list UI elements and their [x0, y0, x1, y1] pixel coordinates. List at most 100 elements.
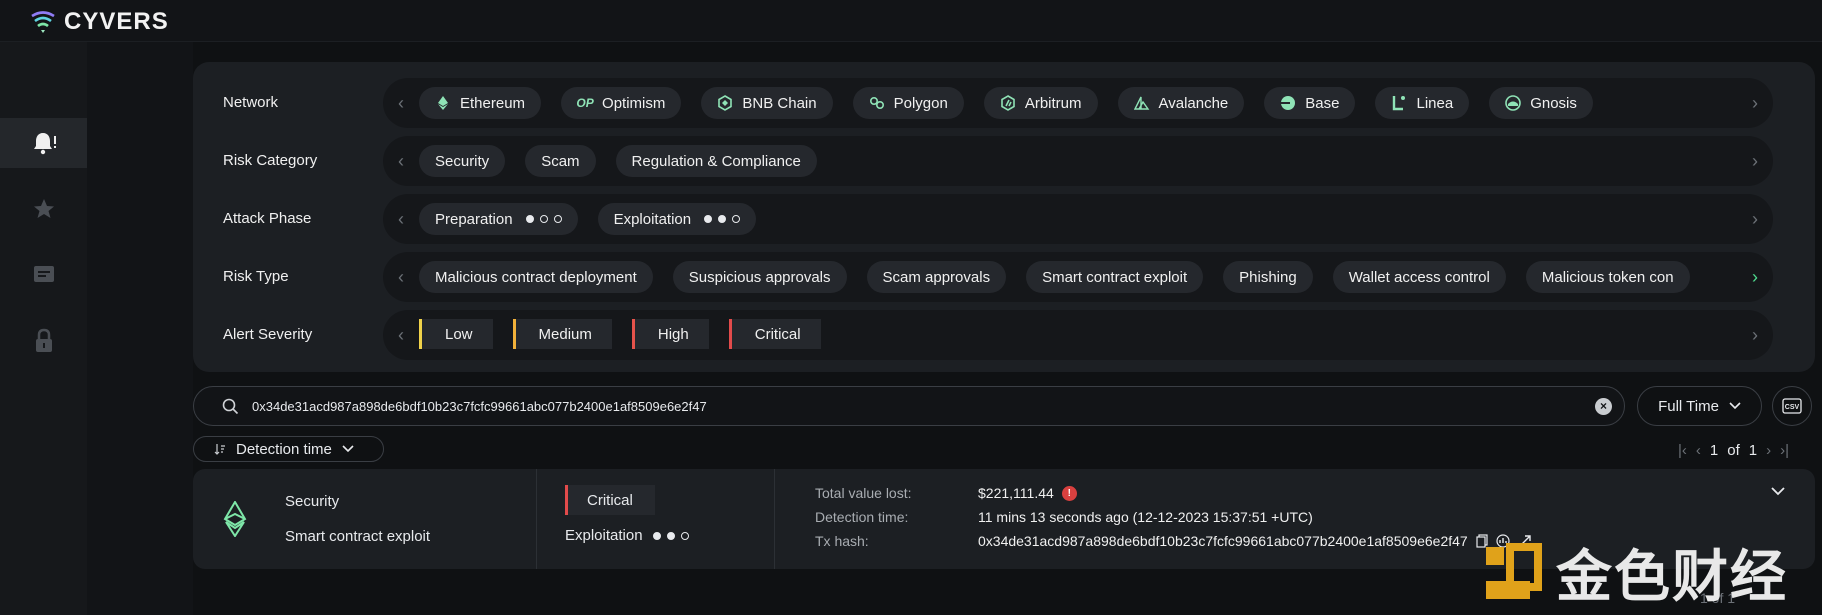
- chip-avalanche[interactable]: Avalanche: [1117, 87, 1245, 119]
- filter-row-attack-phase: Attack Phase 2 ‹ Preparation Exploitatio…: [193, 190, 1815, 248]
- chip-ethereum[interactable]: Ethereum: [419, 87, 542, 119]
- chip-arbitrum[interactable]: Arbitrum: [983, 87, 1098, 119]
- filter-label: Network: [223, 94, 279, 111]
- top-bar: CYVERS: [0, 0, 1822, 42]
- chip-base[interactable]: Base: [1264, 87, 1356, 119]
- alert-risk-type: Smart contract exploit: [285, 528, 431, 545]
- filter-label: Alert Severity: [223, 326, 313, 343]
- message-icon: [33, 266, 54, 282]
- prev-page-icon[interactable]: ‹: [1696, 442, 1701, 459]
- attack-phase: Exploitation: [565, 527, 689, 544]
- sidebar-item-favorites[interactable]: [0, 184, 87, 234]
- phase-level-indicator: [652, 531, 689, 540]
- last-page-icon[interactable]: ›|: [1780, 442, 1789, 459]
- filter-row-alert-severity: Alert Severity 4 ‹ Low Medium High Criti…: [193, 306, 1815, 364]
- chip-optimism[interactable]: OP Optimism: [561, 87, 682, 119]
- first-page-icon[interactable]: |‹: [1678, 442, 1687, 459]
- gnosis-icon: [1505, 95, 1521, 111]
- chip-smart-contract-exploit[interactable]: Smart contract exploit: [1026, 261, 1204, 293]
- tx-hash-label: Tx hash:: [815, 533, 869, 549]
- scroll-left-button[interactable]: ‹: [391, 194, 411, 244]
- watermark-text: 金色财经: [1556, 545, 1788, 610]
- chip-preparation[interactable]: Preparation: [419, 203, 578, 235]
- chip-security[interactable]: Security: [419, 145, 506, 177]
- sidebar-item-security[interactable]: [0, 316, 87, 366]
- ethereum-icon: [438, 96, 448, 110]
- sidebar: [0, 42, 87, 615]
- search-icon: [222, 398, 239, 415]
- sidebar-item-alerts[interactable]: [0, 118, 87, 168]
- watermark-logo-icon: [1486, 542, 1542, 599]
- chip-severity-low[interactable]: Low: [419, 319, 493, 349]
- optimism-icon: OP: [576, 96, 594, 110]
- cyvers-logo-icon: [31, 11, 55, 33]
- current-page: 1: [1709, 441, 1719, 459]
- chip-scam-approvals[interactable]: Scam approvals: [866, 261, 1007, 293]
- alert-badge-icon: !: [1061, 485, 1077, 501]
- chevron-down-icon[interactable]: [1771, 487, 1785, 496]
- scroll-right-button[interactable]: ›: [1745, 136, 1765, 186]
- tx-hash: 0x34de31acd987a898de6bdf10b23c7fcfc99661…: [978, 533, 1532, 549]
- total-pages: 1: [1748, 441, 1758, 459]
- phase-level-indicator: [525, 215, 562, 223]
- scroll-right-button[interactable]: ›: [1745, 310, 1765, 360]
- scroll-left-button[interactable]: ‹: [391, 136, 411, 186]
- search-input[interactable]: [252, 387, 1552, 425]
- value-lost-label: Total value lost:: [815, 485, 912, 501]
- chip-severity-high[interactable]: High: [631, 319, 709, 349]
- chip-bnb-chain[interactable]: BNB Chain: [701, 87, 833, 119]
- chip-malicious-token[interactable]: Malicious token con: [1525, 261, 1690, 293]
- app-logo[interactable]: CYVERS: [30, 8, 169, 36]
- content-gutter: [87, 42, 193, 615]
- scroll-right-button[interactable]: ›: [1745, 194, 1765, 244]
- scroll-left-button[interactable]: ‹: [391, 310, 411, 360]
- scroll-right-button[interactable]: ›: [1745, 78, 1765, 128]
- filter-label: Attack Phase: [223, 210, 312, 227]
- chip-scroller: ‹ Low Medium High Critical ›: [383, 310, 1773, 360]
- next-page-icon[interactable]: ›: [1766, 442, 1771, 459]
- arbitrum-icon: [1001, 95, 1015, 111]
- filter-panel: Network 9 ‹ Ethereum OP Optimism BNB Cha…: [193, 62, 1815, 372]
- chip-gnosis[interactable]: Gnosis: [1489, 87, 1593, 119]
- scroll-left-button[interactable]: ‹: [391, 78, 411, 128]
- chip-wallet-access-control[interactable]: Wallet access control: [1332, 261, 1506, 293]
- scroll-right-button[interactable]: ›: [1745, 252, 1765, 302]
- column-divider: [536, 469, 537, 569]
- linea-icon: [1393, 96, 1406, 111]
- filter-label: Risk Type: [223, 268, 289, 285]
- chip-scroller: ‹ Malicious contract deployment Suspicio…: [383, 252, 1773, 302]
- pagination: |‹ ‹ 1 of 1 › ›|: [1678, 440, 1789, 460]
- chip-scroller: ‹ Ethereum OP Optimism BNB Chain Polygon: [383, 78, 1773, 128]
- chip-severity-medium[interactable]: Medium: [512, 319, 612, 349]
- phase-level-indicator: [704, 215, 741, 223]
- chevron-down-icon: [342, 445, 354, 453]
- bnb-chain-icon: [718, 95, 733, 111]
- chip-scroller: ‹ Security Scam Regulation & Compliance …: [383, 136, 1773, 186]
- chip-malicious-contract-deployment[interactable]: Malicious contract deployment: [419, 261, 653, 293]
- chip-exploitation[interactable]: Exploitation: [597, 203, 757, 235]
- star-icon: [33, 199, 54, 218]
- ethereum-icon: [223, 501, 247, 537]
- sort-dropdown[interactable]: Detection time: [193, 436, 384, 462]
- chip-phishing[interactable]: Phishing: [1223, 261, 1313, 293]
- csv-file-icon: CSV: [1782, 398, 1802, 414]
- severity-badge: Critical: [565, 485, 655, 515]
- chip-regulation-compliance[interactable]: Regulation & Compliance: [615, 145, 817, 177]
- svg-text:CSV: CSV: [1785, 404, 1800, 411]
- base-icon: [1281, 96, 1296, 110]
- chip-severity-critical[interactable]: Critical: [728, 319, 821, 349]
- scroll-left-button[interactable]: ‹: [391, 252, 411, 302]
- bell-alert-icon: [33, 133, 56, 155]
- chip-linea[interactable]: Linea: [1375, 87, 1470, 119]
- sidebar-item-messages[interactable]: [0, 250, 87, 300]
- chip-suspicious-approvals[interactable]: Suspicious approvals: [672, 261, 847, 293]
- search-bar: ×: [193, 386, 1625, 426]
- time-range-dropdown[interactable]: Full Time: [1637, 386, 1762, 426]
- alert-category: Security: [285, 493, 340, 510]
- clear-search-icon[interactable]: ×: [1595, 398, 1612, 415]
- chip-polygon[interactable]: Polygon: [852, 87, 964, 119]
- chip-scam[interactable]: Scam: [525, 145, 596, 177]
- value-lost: $221,111.44 !: [978, 485, 1077, 501]
- sort-icon: [214, 444, 225, 455]
- export-csv-button[interactable]: CSV: [1772, 386, 1812, 426]
